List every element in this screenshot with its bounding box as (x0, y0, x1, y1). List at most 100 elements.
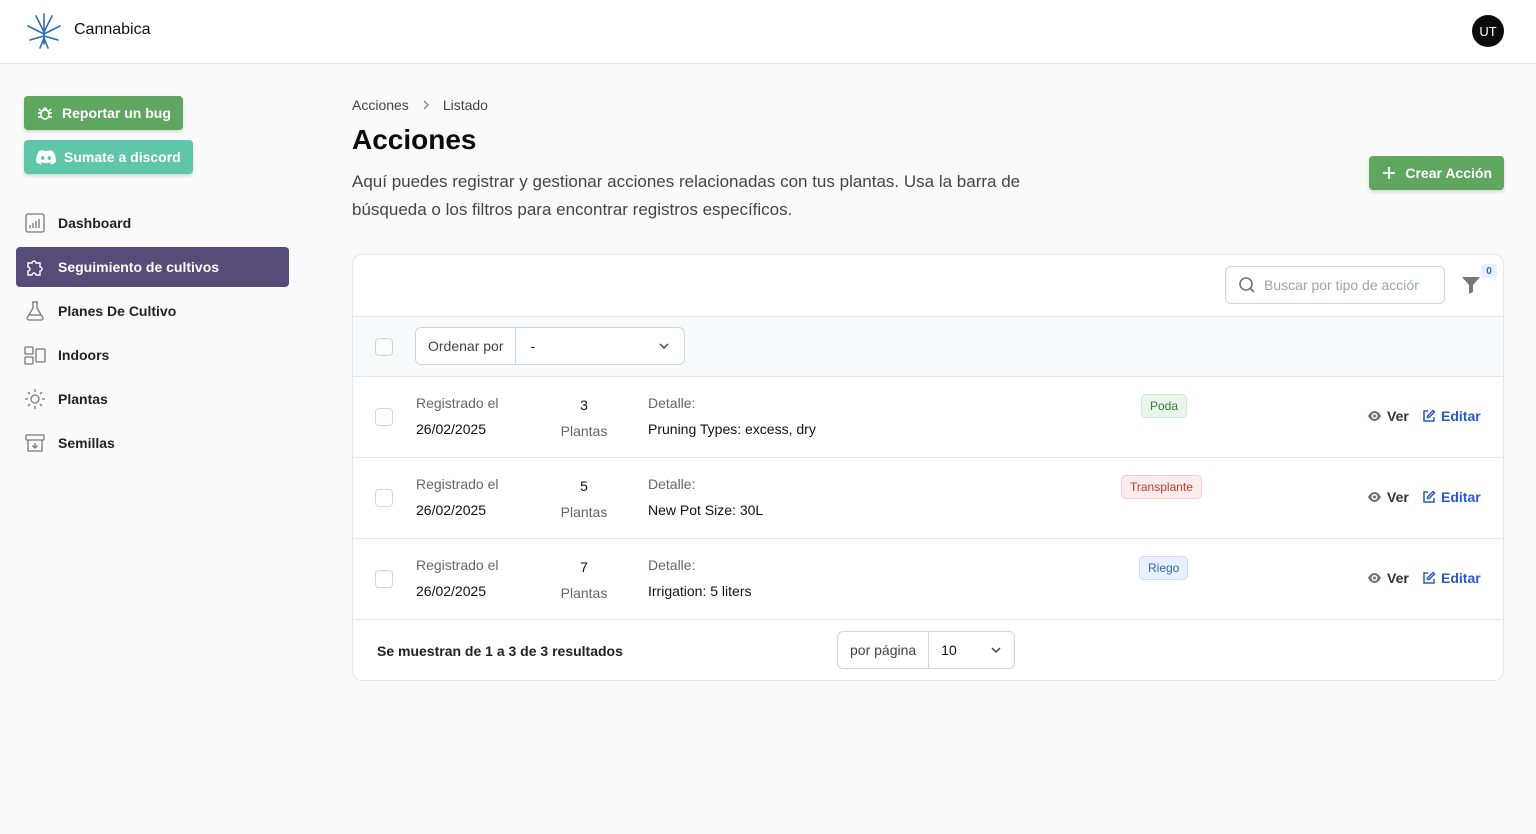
search-input[interactable] (1264, 277, 1419, 293)
registered-date: 26/02/2025 (416, 583, 487, 599)
detail-label: Detalle: (648, 476, 696, 492)
edit-label: Editar (1441, 570, 1481, 586)
sort-bar: Ordenar por - (353, 317, 1503, 377)
search-icon (1239, 277, 1255, 293)
discord-label: Sumate a discord (64, 149, 181, 165)
edit-label: Editar (1441, 408, 1481, 424)
row-checkbox[interactable] (375, 408, 393, 426)
registered-date: 26/02/2025 (416, 502, 487, 518)
top-bar: Cannabica UT (0, 0, 1536, 64)
view-label: Ver (1387, 570, 1409, 586)
sort-label: Ordenar por (416, 328, 517, 364)
sidebar-item-label: Semillas (58, 435, 115, 451)
per-page-select[interactable]: 10 (929, 632, 1014, 668)
eye-icon (1368, 492, 1381, 502)
breadcrumb-current: Listado (442, 97, 488, 113)
plant-count-label: Plantas (560, 504, 608, 520)
detail-label: Detalle: (648, 557, 696, 573)
plant-count: 7 (580, 559, 588, 575)
brand-name: Cannabica (74, 21, 151, 38)
chevron-down-icon (991, 647, 1001, 654)
chart-icon (25, 213, 45, 233)
table-row[interactable]: Registrado el 26/02/2025 3 Plantas Detal… (353, 377, 1503, 458)
brand[interactable]: Cannabica (24, 10, 151, 50)
registered-date: 26/02/2025 (416, 421, 487, 437)
results-summary: Se muestran de 1 a 3 de 3 resultados (377, 643, 623, 659)
sort-select[interactable]: - (516, 328, 684, 364)
eye-icon (1368, 573, 1381, 583)
eye-icon (1368, 411, 1381, 421)
archive-icon (25, 434, 45, 452)
row-checkbox[interactable] (375, 570, 393, 588)
sidebar-item-label: Indoors (58, 347, 110, 363)
search-box[interactable] (1225, 266, 1445, 304)
detail-value: New Pot Size: 30L (648, 502, 764, 518)
sidebar-item-label: Planes De Cultivo (58, 303, 177, 319)
report-bug-button[interactable]: Reportar un bug (24, 96, 183, 130)
edit-button[interactable]: Editar (1422, 570, 1481, 586)
per-page-value: 10 (941, 642, 957, 658)
sidebar-item-dashboard[interactable]: Dashboard (16, 203, 289, 243)
cannabis-logo-icon (27, 13, 61, 49)
filter-count-badge: 0 (1481, 264, 1497, 278)
sidebar-item-label: Dashboard (58, 215, 132, 231)
breadcrumb: Acciones Listado (352, 97, 488, 113)
edit-button[interactable]: Editar (1422, 408, 1481, 424)
chevron-right-icon (423, 100, 429, 110)
create-action-button[interactable]: Crear Acción (1369, 156, 1504, 190)
edit-icon (1423, 409, 1436, 422)
discord-button[interactable]: Sumate a discord (24, 140, 193, 174)
row-checkbox[interactable] (375, 489, 393, 507)
table-toolbar: 0 (353, 255, 1503, 317)
actions-table-card: 0 Ordenar por - Registrado el 26/02/2025… (352, 254, 1504, 681)
bug-icon (38, 107, 52, 120)
sidebar-item-label: Plantas (58, 391, 108, 407)
sidebar-item-label: Seguimiento de cultivos (58, 259, 220, 275)
sidebar-item-semillas[interactable]: Semillas (16, 423, 289, 463)
registered-label: Registrado el (416, 557, 499, 573)
flask-icon (26, 301, 44, 321)
detail-value: Irrigation: 5 liters (648, 583, 752, 599)
action-type-badge: Riego (1139, 556, 1189, 580)
view-button[interactable]: Ver (1367, 408, 1409, 424)
detail-value: Pruning Types: excess, dry (648, 421, 816, 437)
plant-count: 3 (580, 397, 588, 413)
edit-label: Editar (1441, 489, 1481, 505)
breadcrumb-parent[interactable]: Acciones (352, 97, 409, 113)
sidebar-item-indoors[interactable]: Indoors (16, 335, 289, 375)
discord-icon (36, 150, 56, 165)
view-label: Ver (1387, 408, 1409, 424)
per-page-label: por página (838, 632, 930, 668)
action-type-badge: Transplante (1121, 475, 1202, 499)
action-type-badge: Poda (1141, 394, 1188, 418)
plant-count-label: Plantas (560, 423, 608, 439)
sun-icon (25, 389, 45, 409)
sidebar-item-planes[interactable]: Planes De Cultivo (16, 291, 289, 331)
table-footer: Se muestran de 1 a 3 de 3 resultados por… (353, 620, 1503, 680)
user-avatar[interactable]: UT (1472, 15, 1504, 47)
view-button[interactable]: Ver (1367, 570, 1409, 586)
filter-icon[interactable] (1461, 275, 1481, 295)
report-bug-label: Reportar un bug (62, 105, 171, 121)
page-title: Acciones (352, 124, 477, 155)
per-page-control: por página 10 (837, 631, 1016, 669)
edit-icon (1423, 571, 1436, 584)
sidebar-item-plantas[interactable]: Plantas (16, 379, 289, 419)
sort-control: Ordenar por - (415, 327, 686, 365)
registered-label: Registrado el (416, 476, 499, 492)
view-button[interactable]: Ver (1367, 489, 1409, 505)
table-row[interactable]: Registrado el 26/02/2025 5 Plantas Detal… (353, 458, 1503, 539)
select-all-checkbox[interactable] (375, 338, 393, 356)
puzzle-icon (27, 260, 43, 276)
plant-count: 5 (580, 478, 588, 494)
create-action-label: Crear Acción (1405, 165, 1492, 181)
sidebar-item-seguimiento[interactable]: Seguimiento de cultivos (16, 247, 289, 287)
detail-label: Detalle: (648, 395, 696, 411)
chevron-down-icon (659, 343, 670, 350)
sort-value: - (530, 338, 536, 354)
edit-button[interactable]: Editar (1422, 489, 1481, 505)
indoor-icon (24, 346, 46, 365)
plant-count-label: Plantas (560, 585, 608, 601)
table-row[interactable]: Registrado el 26/02/2025 7 Plantas Detal… (353, 539, 1503, 620)
sidebar-nav: Dashboard Seguimiento de cultivos Planes… (16, 203, 289, 467)
